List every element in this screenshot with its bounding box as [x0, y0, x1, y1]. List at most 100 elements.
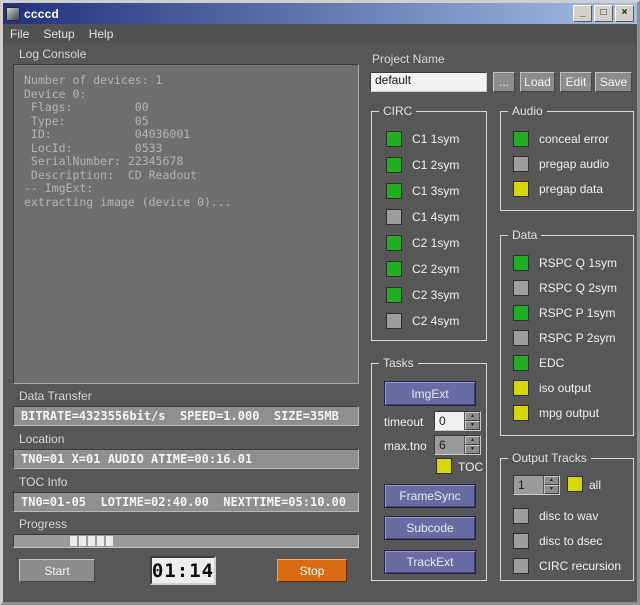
timeout-value: 0: [439, 414, 446, 428]
progress-chunk: [106, 536, 113, 546]
menu-bar: File Setup Help: [3, 24, 637, 43]
spin-down-icon[interactable]: ▼: [465, 445, 480, 454]
stop-button[interactable]: Stop: [277, 559, 347, 582]
output-option-row: disc to dsec: [501, 528, 633, 553]
browse-button[interactable]: ...: [493, 72, 515, 92]
indicator-label: C2 1sym: [412, 236, 460, 250]
audio-indicator-row: conceal error: [501, 126, 633, 151]
window-title: ccccd: [24, 6, 60, 21]
indicator-label: pregap audio: [539, 156, 610, 171]
circ-group: CIRC C1 1sym C1 2sym C1 3sym C1 4sym C2 …: [371, 104, 487, 341]
status-led: [386, 183, 402, 199]
data-indicator-row: EDC: [501, 350, 633, 375]
status-led: [513, 279, 529, 296]
spin-up-icon[interactable]: ▲: [544, 476, 559, 485]
circ-group-title: CIRC: [379, 104, 417, 118]
imgext-button[interactable]: ImgExt: [384, 381, 476, 406]
data-indicator-row: mpg output: [501, 400, 633, 425]
minimize-button[interactable]: _: [573, 5, 592, 22]
log-console: Number of devices: 1 Device 0: Flags: 00…: [13, 64, 359, 384]
status-led: [513, 404, 529, 421]
progress-chunks: [70, 536, 113, 546]
data-indicator-row: RSPC P 1sym: [501, 300, 633, 325]
indicator-label: C1 3sym: [412, 184, 460, 198]
data-indicator-row: RSPC Q 2sym: [501, 275, 633, 300]
data-indicator-row: RSPC P 2sym: [501, 325, 633, 350]
status-led: [386, 261, 402, 277]
progress-chunk: [97, 536, 104, 546]
indicator-label: pregap data: [539, 181, 604, 196]
audio-group: Audio conceal error pregap audio pregap …: [500, 104, 634, 211]
indicator-label: mpg output: [539, 405, 600, 420]
spin-up-icon[interactable]: ▲: [465, 412, 480, 421]
circ-indicator-row: C1 1sym: [372, 126, 486, 152]
progress-label: Progress: [19, 517, 68, 531]
status-led: [513, 379, 529, 396]
track-number-spinner[interactable]: 1 ▲ ▼: [513, 475, 560, 495]
indicator-label: disc to wav: [539, 508, 599, 523]
subcode-button[interactable]: Subcode: [384, 516, 476, 540]
tasks-group: Tasks ImgExt timeout 0 ▲ ▼ max.tno 6 ▲ ▼…: [371, 356, 487, 581]
menu-item[interactable]: File: [10, 27, 29, 41]
audio-indicator-row: pregap audio: [501, 151, 633, 176]
audio-indicator-row: pregap data: [501, 176, 633, 201]
data-group-title: Data: [508, 228, 542, 242]
option-checkbox[interactable]: [513, 557, 529, 574]
save-button[interactable]: Save: [595, 72, 632, 92]
edit-button[interactable]: Edit: [560, 72, 592, 92]
spin-up-icon[interactable]: ▲: [465, 436, 480, 445]
close-button[interactable]: ×: [615, 5, 634, 22]
toc-info-label: TOC Info: [19, 475, 68, 489]
status-led: [513, 130, 529, 147]
project-name-input[interactable]: default: [370, 72, 487, 92]
status-led: [386, 235, 402, 251]
title-bar[interactable]: ccccd _ □ ×: [3, 3, 637, 24]
toc-info-value: TN0=01-05 LOTIME=02:40.00 NEXTTIME=05:10…: [21, 495, 347, 509]
option-checkbox[interactable]: [513, 507, 529, 524]
timeout-spinner[interactable]: 0 ▲ ▼: [434, 411, 481, 431]
trackext-button[interactable]: TrackExt: [384, 550, 476, 574]
data-group: Data RSPC Q 1sym RSPC Q 2sym RSPC P 1sym: [500, 228, 634, 436]
status-led: [386, 209, 402, 225]
indicator-label: C2 4sym: [412, 314, 460, 328]
audio-group-title: Audio: [508, 104, 547, 118]
data-transfer-field: BITRATE=4323556bit/s SPEED=1.000 SIZE=35…: [13, 406, 359, 426]
load-button[interactable]: Load: [520, 72, 555, 92]
indicator-label: C1 4sym: [412, 210, 460, 224]
start-button[interactable]: Start: [19, 559, 95, 582]
indicator-label: RSPC Q 1sym: [539, 255, 618, 270]
status-led: [386, 157, 402, 173]
toc-label: TOC: [458, 460, 484, 474]
toc-info-field: TN0=01-05 LOTIME=02:40.00 NEXTTIME=05:10…: [13, 492, 359, 512]
indicator-label: C1 1sym: [412, 132, 460, 146]
toc-checkbox[interactable]: [436, 458, 452, 474]
indicator-label: RSPC P 1sym: [539, 305, 616, 320]
all-label: all: [589, 478, 602, 492]
output-tracks-group-title: Output Tracks: [508, 451, 591, 465]
framesync-button[interactable]: FrameSync: [384, 484, 476, 508]
max-tno-value: 6: [439, 438, 446, 452]
circ-indicator-row: C2 1sym: [372, 230, 486, 256]
location-value: TN0=01 X=01 AUDIO ATIME=00:16.01: [21, 452, 253, 466]
log-console-label: Log Console: [19, 47, 87, 61]
status-led: [386, 313, 402, 329]
all-checkbox[interactable]: [567, 476, 583, 492]
circ-indicator-row: C1 4sym: [372, 204, 486, 230]
status-led: [513, 329, 529, 346]
menu-item[interactable]: Help: [89, 27, 114, 41]
max-tno-spinner[interactable]: 6 ▲ ▼: [434, 435, 481, 455]
option-checkbox[interactable]: [513, 532, 529, 549]
menu-item[interactable]: Setup: [43, 27, 74, 41]
status-led: [386, 131, 402, 147]
indicator-label: EDC: [539, 355, 565, 370]
progress-chunk: [70, 536, 77, 546]
location-label: Location: [19, 432, 65, 446]
maximize-button[interactable]: □: [594, 5, 613, 22]
spin-down-icon[interactable]: ▼: [544, 485, 559, 494]
indicator-label: disc to dsec: [539, 533, 603, 548]
status-led: [513, 254, 529, 271]
spin-down-icon[interactable]: ▼: [465, 421, 480, 430]
indicator-label: RSPC Q 2sym: [539, 280, 618, 295]
output-option-row: CIRC recursion: [501, 553, 633, 578]
circ-indicator-row: C1 2sym: [372, 152, 486, 178]
